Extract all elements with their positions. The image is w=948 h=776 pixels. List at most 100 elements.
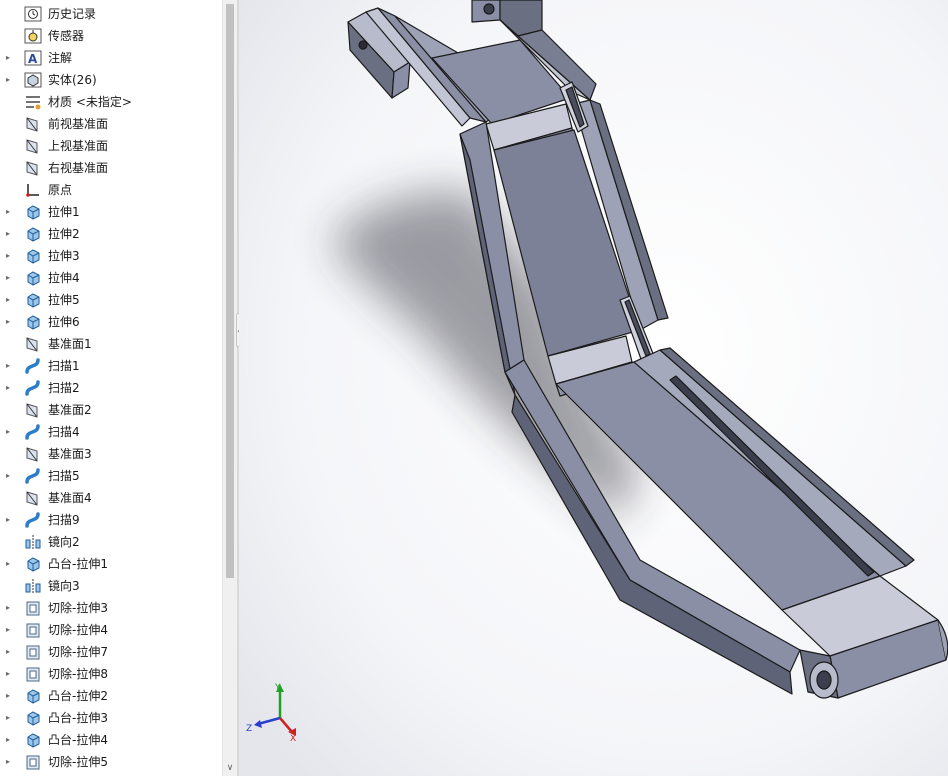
tree-item[interactable]: 原点 (0, 179, 222, 201)
tree-item[interactable]: 上视基准面 (0, 135, 222, 157)
plane-icon (24, 402, 42, 418)
extrude-icon (24, 556, 42, 572)
tree-item[interactable]: ▸ 切除-拉伸4 (0, 619, 222, 641)
expand-arrow-icon[interactable]: ▸ (6, 757, 10, 767)
sweep-icon (24, 512, 42, 528)
tree-item[interactable]: 基准面4 (0, 487, 222, 509)
solid-bodies-icon (24, 72, 42, 88)
tree-item-label: 切除-拉伸4 (48, 623, 108, 637)
expand-arrow-icon[interactable]: ▸ (6, 251, 10, 261)
tree-item[interactable]: ▸ 扫描1 (0, 355, 222, 377)
expand-arrow-icon[interactable]: ▸ (6, 295, 10, 305)
sensor-icon (24, 28, 42, 44)
cut-extrude-icon (24, 666, 42, 682)
tree-item[interactable]: ▸ 拉伸1 (0, 201, 222, 223)
tree-item[interactable]: ▸ 扫描5 (0, 465, 222, 487)
expand-arrow-icon[interactable]: ▸ (6, 361, 10, 371)
tree-item[interactable]: ▸ 切除-拉伸3 (0, 597, 222, 619)
extrude-icon (24, 732, 42, 748)
tree-item[interactable]: 传感器 (0, 25, 222, 47)
expand-arrow-icon[interactable]: ▸ (6, 603, 10, 613)
tree-item-label: 扫描2 (48, 381, 80, 395)
sweep-icon (24, 380, 42, 396)
expand-arrow-icon[interactable]: ▸ (6, 53, 10, 63)
tree-item-label: 基准面1 (48, 337, 92, 351)
expand-arrow-icon[interactable]: ▸ (6, 317, 10, 327)
expand-arrow-icon[interactable]: ▸ (6, 515, 10, 525)
tree-item[interactable]: ▸ 凸台-拉伸2 (0, 685, 222, 707)
tree-item-label: 传感器 (48, 29, 85, 43)
plane-icon (24, 490, 42, 506)
tree-item[interactable]: ▸ 实体(26) (0, 69, 222, 91)
expand-arrow-icon[interactable]: ▸ (6, 735, 10, 745)
tree-item[interactable]: 基准面3 (0, 443, 222, 465)
expand-arrow-icon[interactable]: ▸ (6, 229, 10, 239)
expand-arrow-icon[interactable]: ▸ (6, 669, 10, 679)
plane-icon (24, 138, 42, 154)
expand-arrow-icon[interactable]: ▸ (6, 273, 10, 283)
origin-icon (24, 182, 42, 198)
tree-item[interactable]: ▸ 切除-拉伸8 (0, 663, 222, 685)
tree-item[interactable]: ▸ 拉伸2 (0, 223, 222, 245)
tree-scrollbar[interactable]: ∨ (222, 0, 237, 776)
expand-arrow-icon[interactable]: ▸ (6, 75, 10, 85)
expand-arrow-icon[interactable]: ▸ (6, 383, 10, 393)
tree-item[interactable]: ▸ 拉伸4 (0, 267, 222, 289)
extrude-icon (24, 292, 42, 308)
expand-arrow-icon[interactable]: ▸ (6, 427, 10, 437)
tree-item[interactable]: ▸ 拉伸6 (0, 311, 222, 333)
tree-item-label: 凸台-拉伸4 (48, 733, 108, 747)
tree-item[interactable]: 镜向3 (0, 575, 222, 597)
cut-extrude-icon (24, 644, 42, 660)
expand-arrow-icon[interactable]: ▸ (6, 625, 10, 635)
mirror-icon (24, 578, 42, 594)
sweep-icon (24, 468, 42, 484)
tree-item[interactable]: ▸ 切除-拉伸7 (0, 641, 222, 663)
plane-icon (24, 160, 42, 176)
expand-arrow-icon[interactable]: ▸ (6, 471, 10, 481)
tree-item[interactable]: ▸ 拉伸5 (0, 289, 222, 311)
tree-item-label: 切除-拉伸7 (48, 645, 108, 659)
triad-x-label: X (290, 734, 296, 744)
tree-item[interactable]: 右视基准面 (0, 157, 222, 179)
expand-arrow-icon[interactable]: ▸ (6, 713, 10, 723)
model-view[interactable]: Y Z X (239, 0, 948, 776)
expand-arrow-icon[interactable]: ▸ (6, 647, 10, 657)
scroll-down-arrow-icon[interactable]: ∨ (223, 762, 237, 774)
tree-item[interactable]: ▸ 扫描4 (0, 421, 222, 443)
tree-item[interactable]: ▸ 切除-拉伸5 (0, 751, 222, 773)
tree-item[interactable]: ▸ 拉伸3 (0, 245, 222, 267)
tree-item-label: 切除-拉伸5 (48, 755, 108, 769)
tree-item[interactable]: ▸ 凸台-拉伸1 (0, 553, 222, 575)
scrollbar-thumb[interactable] (226, 4, 234, 578)
mirror-icon (24, 534, 42, 550)
plane-icon (24, 116, 42, 132)
triad-z-label: Z (246, 724, 252, 734)
expand-arrow-icon[interactable]: ▸ (6, 207, 10, 217)
extrude-icon (24, 314, 42, 330)
graphics-viewport[interactable]: Y Z X (239, 0, 948, 776)
tree-item[interactable]: ▸ 扫描2 (0, 377, 222, 399)
tree-item[interactable]: ▸ 扫描9 (0, 509, 222, 531)
tree-item-label: 拉伸6 (48, 315, 80, 329)
tree-item[interactable]: 基准面1 (0, 333, 222, 355)
expand-arrow-icon[interactable]: ▸ (6, 691, 10, 701)
tree-item[interactable]: 基准面2 (0, 399, 222, 421)
extrude-icon (24, 710, 42, 726)
expand-arrow-icon[interactable]: ▸ (6, 559, 10, 569)
tree-item-label: 基准面4 (48, 491, 92, 505)
tree-item[interactable]: ▸ 凸台-拉伸3 (0, 707, 222, 729)
extrude-icon (24, 226, 42, 242)
tree-item-label: 右视基准面 (48, 161, 109, 175)
tree-item[interactable]: 镜向2 (0, 531, 222, 553)
tree-item-label: 拉伸3 (48, 249, 80, 263)
tree-item[interactable]: 历史记录 (0, 3, 222, 25)
tree-item[interactable]: 前视基准面 (0, 113, 222, 135)
tree-item[interactable]: 材质 <未指定> (0, 91, 222, 113)
history-icon (24, 6, 42, 22)
cut-extrude-icon (24, 622, 42, 638)
tree-item-label: 切除-拉伸3 (48, 601, 108, 615)
tree-item[interactable]: ▸ A 注解 (0, 47, 222, 69)
cut-extrude-icon (24, 600, 42, 616)
tree-item[interactable]: ▸ 凸台-拉伸4 (0, 729, 222, 751)
